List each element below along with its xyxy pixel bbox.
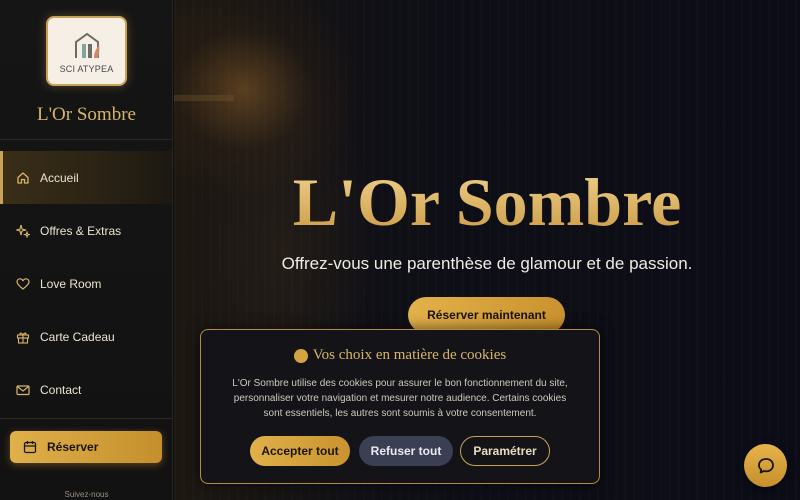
sidebar-item-accueil[interactable]: Accueil [0,151,172,204]
cookie-banner-text: L'Or Sombre utilise des cookies pour ass… [232,378,568,419]
calendar-icon [23,440,37,454]
reserve-button-label: Réserver [47,440,99,454]
heart-icon [16,277,30,291]
hero-background-detail [174,95,234,101]
hero-subtitle: Offrez-vous une parenthèse de glamour et… [281,254,693,273]
brand-name: L'Or Sombre [37,104,136,125]
sidebar-item-label: Carte Cadeau [40,329,115,344]
logo-building-icon [75,32,100,58]
gift-icon [16,330,30,344]
sidebar: SCI ATYPEA L'Or Sombre Accueil Offres & … [0,0,173,500]
cookie-banner: Vos choix en matière de cookies L'Or Som… [200,329,600,484]
sidebar-item-label: Accueil [40,170,79,185]
home-icon [16,171,30,185]
logo-text: SCI ATYPEA [59,64,114,74]
chat-button[interactable] [744,444,787,487]
sidebar-item-offres[interactable]: Offres & Extras [0,204,172,257]
refuse-all-button[interactable]: Refuser tout [359,436,453,466]
sparkles-icon [16,224,30,238]
mail-icon [16,383,30,397]
accept-all-button[interactable]: Accepter tout [250,436,350,466]
sidebar-divider [0,139,173,140]
hero-title: L'Or Sombre [174,163,800,242]
cookie-banner-title: Vos choix en matière de cookies [201,347,599,364]
follow-us-label: Suivez-nous [64,490,109,499]
cookie-icon [293,348,308,363]
chat-bubble-icon [756,456,776,476]
cookie-title-text: Vos choix en matière de cookies [312,347,507,363]
sidebar-item-label: Contact [40,382,82,397]
logo[interactable]: SCI ATYPEA [46,16,127,86]
reserve-button[interactable]: Réserver [10,431,162,463]
sidebar-item-love-room[interactable]: Love Room [0,257,172,310]
sidebar-item-contact[interactable]: Contact [0,363,172,416]
cookie-settings-button[interactable]: Paramétrer [460,436,550,466]
sidebar-item-label: Offres & Extras [40,223,122,238]
book-now-button[interactable]: Réserver maintenant [408,297,565,333]
sidebar-item-carte-cadeau[interactable]: Carte Cadeau [0,310,172,363]
sidebar-item-label: Love Room [40,276,102,291]
sidebar-divider [0,418,173,419]
